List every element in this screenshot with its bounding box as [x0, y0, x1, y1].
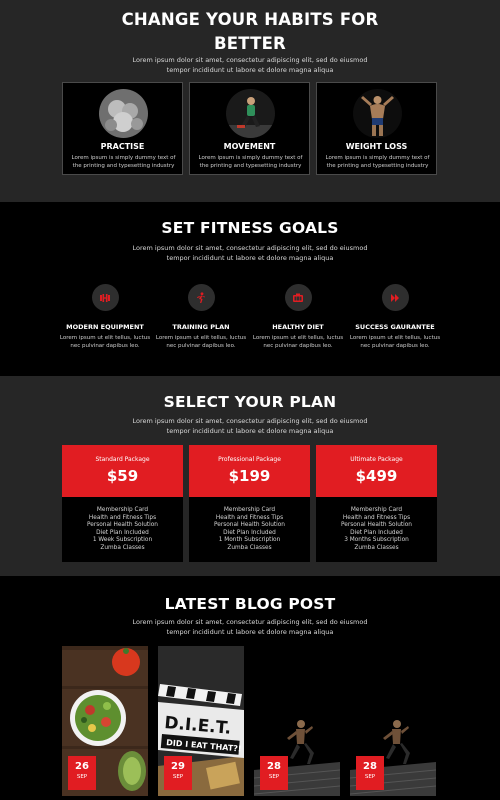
blog-date-badge: 26 SEP: [68, 756, 96, 790]
plan-header: Ultimate Package $499: [316, 445, 437, 497]
blog-month: SEP: [364, 774, 376, 780]
habit-text: Lorem ipsum is simply dummy text of the …: [71, 155, 176, 169]
goals-subtitle: Lorem ipsum dolor sit amet, consectetur …: [132, 244, 368, 262]
goal-item-modern-equipment: MODERN EQUIPMENT Lorem ipsum ut elit tel…: [55, 284, 155, 350]
plan-feature: Personal Health Solution: [87, 522, 158, 529]
goal-item-healthy-diet: HEALTHY DIET Lorem ipsum ut elit tellus,…: [248, 284, 348, 350]
habits-subtitle: Lorem ipsum dolor sit amet, consectetur …: [132, 56, 368, 74]
plan-feature: Zumba Classes: [100, 544, 145, 551]
habit-title: WEIGHT LOSS: [345, 142, 408, 151]
blog-subtitle: Lorem ipsum dolor sit amet, consectetur …: [132, 618, 368, 636]
practise-image: [99, 89, 148, 138]
goal-text: Lorem ipsum ut elit tellus, luctus nec p…: [59, 335, 151, 349]
goal-title: HEALTHY DIET: [272, 323, 324, 331]
plan-feature: Diet Plan Included: [96, 529, 149, 536]
plan-feature: Diet Plan Included: [223, 529, 276, 536]
goals-title: SET FITNESS GOALS: [161, 219, 339, 237]
habits-section: CHANGE YOUR HABITS FOR BETTER Lorem ipsu…: [0, 0, 500, 202]
weight-loss-image: [353, 89, 402, 138]
blog-post-card[interactable]: 26 SEP: [62, 646, 148, 796]
plan-feature: Membership Card: [96, 507, 149, 513]
blog-month: SEP: [268, 774, 280, 780]
goal-text: Lorem ipsum ut elit tellus, luctus nec p…: [155, 335, 247, 349]
blog-month: SEP: [172, 774, 184, 780]
plan-name: Standard Package: [95, 456, 150, 463]
habit-card-movement[interactable]: MOVEMENT Lorem ipsum is simply dummy tex…: [189, 82, 310, 175]
plan-feature: Zumba Classes: [227, 544, 272, 551]
plan-price: $59: [106, 467, 139, 485]
plans-section: SELECT YOUR PLAN Lorem ipsum dolor sit a…: [0, 376, 500, 576]
habit-card-weight-loss[interactable]: WEIGHT LOSS Lorem ipsum is simply dummy …: [316, 82, 437, 175]
plan-feature: Health and Fitness Tips: [342, 514, 411, 521]
training-icon: [187, 284, 215, 311]
habit-card-practise[interactable]: PRACTISE Lorem ipsum is simply dummy tex…: [62, 82, 183, 175]
plan-feature: 1 Month Subscription: [218, 537, 281, 544]
plan-name: Ultimate Package: [350, 456, 403, 463]
habit-title: MOVEMENT: [223, 142, 276, 151]
plan-features: Membership Card Health and Fitness Tips …: [316, 497, 437, 553]
plan-feature: Diet Plan Included: [350, 529, 403, 536]
plan-price: $499: [355, 467, 398, 485]
plan-feature: 1 Week Subscription: [92, 537, 153, 544]
plan-header: Standard Package $59: [62, 445, 183, 497]
blog-day: 28: [363, 761, 377, 772]
blog-date-badge: 28 SEP: [260, 756, 288, 790]
goal-title: TRAINING PLAN: [172, 323, 230, 331]
habit-title: PRACTISE: [100, 142, 145, 151]
plan-price: $199: [228, 467, 271, 485]
diet-icon: [284, 284, 312, 311]
goals-section: SET FITNESS GOALS Lorem ipsum dolor sit …: [0, 202, 500, 376]
blog-post-card[interactable]: 28 SEP: [254, 646, 340, 796]
habits-title: CHANGE YOUR HABITS FOR BETTER: [121, 10, 379, 53]
plan-feature: Health and Fitness Tips: [88, 514, 157, 521]
goal-text: Lorem ipsum ut elit tellus, luctus nec p…: [349, 335, 441, 349]
plan-feature: Membership Card: [350, 507, 403, 513]
plan-feature: Personal Health Solution: [341, 522, 412, 529]
equipment-icon: [91, 284, 119, 311]
blog-month: SEP: [76, 774, 88, 780]
blog-section: LATEST BLOG POST Lorem ipsum dolor sit a…: [0, 576, 500, 800]
blog-day: 28: [267, 761, 281, 772]
blog-title: LATEST BLOG POST: [164, 595, 336, 613]
habit-text: Lorem ipsum is simply dummy text of the …: [325, 155, 430, 169]
plan-feature: Personal Health Solution: [214, 522, 285, 529]
plans-subtitle: Lorem ipsum dolor sit amet, consectetur …: [132, 417, 368, 435]
plan-feature: 3 Months Subscription: [344, 537, 409, 544]
plan-feature: Membership Card: [223, 507, 276, 513]
plan-header: Professional Package $199: [189, 445, 310, 497]
goal-item-success-gaurantee: SUCCESS GAURANTEE Lorem ipsum ut elit te…: [345, 284, 445, 350]
goal-title: MODERN EQUIPMENT: [66, 323, 144, 331]
blog-post-card[interactable]: D.I.E.T. DID I EAT THAT?! 29 SEP: [158, 646, 244, 796]
plan-features: Membership Card Health and Fitness Tips …: [189, 497, 310, 553]
goal-item-training-plan: TRAINING PLAN Lorem ipsum ut elit tellus…: [151, 284, 251, 350]
habit-text: Lorem ipsum is simply dummy text of the …: [198, 155, 303, 169]
success-icon: [381, 284, 409, 311]
plan-feature: Health and Fitness Tips: [215, 514, 284, 521]
blog-date-badge: 29 SEP: [164, 756, 192, 790]
plan-card-ultimate[interactable]: Ultimate Package $499 Membership Card He…: [316, 445, 437, 562]
plan-card-professional[interactable]: Professional Package $199 Membership Car…: [189, 445, 310, 562]
goal-title: SUCCESS GAURANTEE: [355, 323, 435, 331]
plan-name: Professional Package: [218, 456, 281, 463]
goal-text: Lorem ipsum ut elit tellus, luctus nec p…: [252, 335, 344, 349]
plans-title: SELECT YOUR PLAN: [163, 393, 337, 411]
movement-image: [226, 89, 275, 138]
blog-day: 29: [171, 761, 185, 772]
blog-post-card[interactable]: 28 SEP: [350, 646, 436, 796]
blog-day: 26: [75, 761, 89, 772]
plan-card-standard[interactable]: Standard Package $59 Membership Card Hea…: [62, 445, 183, 562]
blog-date-badge: 28 SEP: [356, 756, 384, 790]
plan-features: Membership Card Health and Fitness Tips …: [62, 497, 183, 553]
plan-feature: Zumba Classes: [354, 544, 399, 551]
